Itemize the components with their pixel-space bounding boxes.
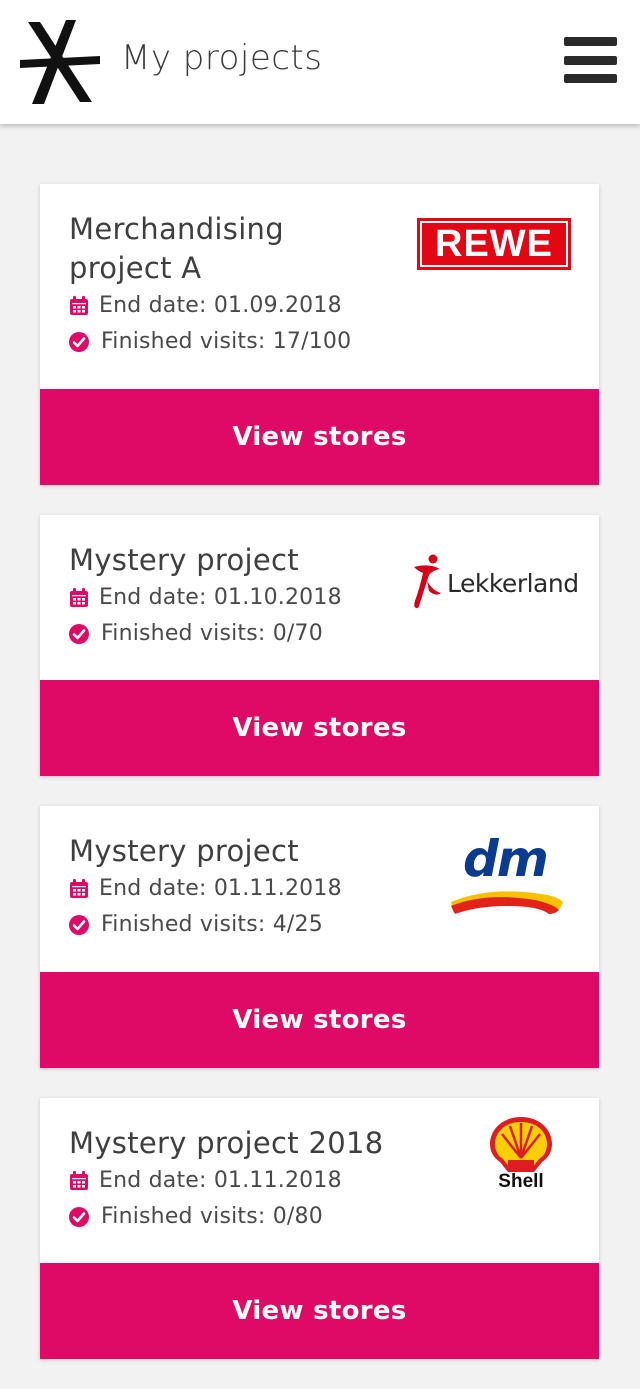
project-title: Mystery project [69, 543, 299, 577]
end-date-text: End date: 01.11.2018 [99, 1168, 342, 1193]
check-circle-icon [69, 332, 89, 352]
visits-text: Finished visits: 0/70 [101, 621, 323, 646]
visits-row: Finished visits: 0/80 [69, 1199, 570, 1235]
shell-pecten-icon [490, 1117, 552, 1172]
lekkerland-figure-icon [414, 554, 441, 609]
page-title: My projects [121, 38, 323, 78]
project-card: Mystery project 2018 End date: 01.11.201… [40, 1098, 599, 1359]
lekkerland-logo-text: Lekkerland [447, 569, 579, 598]
calendar-icon [70, 879, 88, 898]
asterisk-logo-icon[interactable] [20, 20, 100, 104]
project-card: Mystery project End date: 01.11.2018 Fin… [40, 806, 599, 1068]
dm-logo: dm [449, 830, 565, 914]
visits-row: Finished visits: 0/70 [69, 616, 570, 652]
shell-logo-text: Shell [498, 1171, 544, 1192]
dm-swoosh-icon [451, 891, 563, 914]
project-card: Mystery project End date: 01.10.2018 Fin… [40, 515, 599, 776]
project-list: Merchandising project A End date: 01.09.… [40, 184, 599, 1389]
project-card: Merchandising project A End date: 01.09.… [40, 184, 599, 485]
project-title: Merchandising project A [69, 212, 284, 285]
end-date-text: End date: 01.09.2018 [99, 293, 342, 318]
view-stores-button[interactable]: View stores [40, 972, 599, 1068]
project-title: Mystery project [69, 834, 299, 868]
check-circle-icon [69, 624, 89, 644]
view-stores-button[interactable]: View stores [40, 1263, 599, 1359]
calendar-icon [70, 296, 88, 315]
visits-text: Finished visits: 4/25 [101, 912, 323, 937]
visits-text: Finished visits: 0/80 [101, 1204, 323, 1229]
end-date-row: End date: 01.09.2018 [69, 288, 570, 324]
rewe-logo: REWE [417, 218, 571, 270]
check-circle-icon [69, 915, 89, 935]
project-card-body: Mystery project End date: 01.11.2018 Fin… [40, 806, 599, 972]
end-date-text: End date: 01.11.2018 [99, 876, 342, 901]
visits-row: Finished visits: 17/100 [69, 324, 570, 360]
project-card-body: Mystery project 2018 End date: 01.11.201… [40, 1098, 599, 1263]
check-circle-icon [69, 1207, 89, 1227]
project-card-body: Mystery project End date: 01.10.2018 Fin… [40, 515, 599, 680]
view-stores-button[interactable]: View stores [40, 680, 599, 776]
view-stores-button[interactable]: View stores [40, 389, 599, 485]
lekkerland-logo: Lekkerland [411, 553, 583, 611]
end-date-text: End date: 01.10.2018 [99, 585, 342, 610]
calendar-icon [70, 1171, 88, 1190]
project-title: Mystery project 2018 [69, 1126, 384, 1160]
shell-logo: Shell [488, 1114, 554, 1194]
hamburger-menu-icon[interactable] [564, 37, 617, 83]
visits-text: Finished visits: 17/100 [101, 329, 352, 354]
project-card-body: Merchandising project A End date: 01.09.… [40, 184, 599, 389]
rewe-logo-text: REWE [420, 221, 568, 267]
app-header: My projects [0, 0, 640, 124]
calendar-icon [70, 588, 88, 607]
